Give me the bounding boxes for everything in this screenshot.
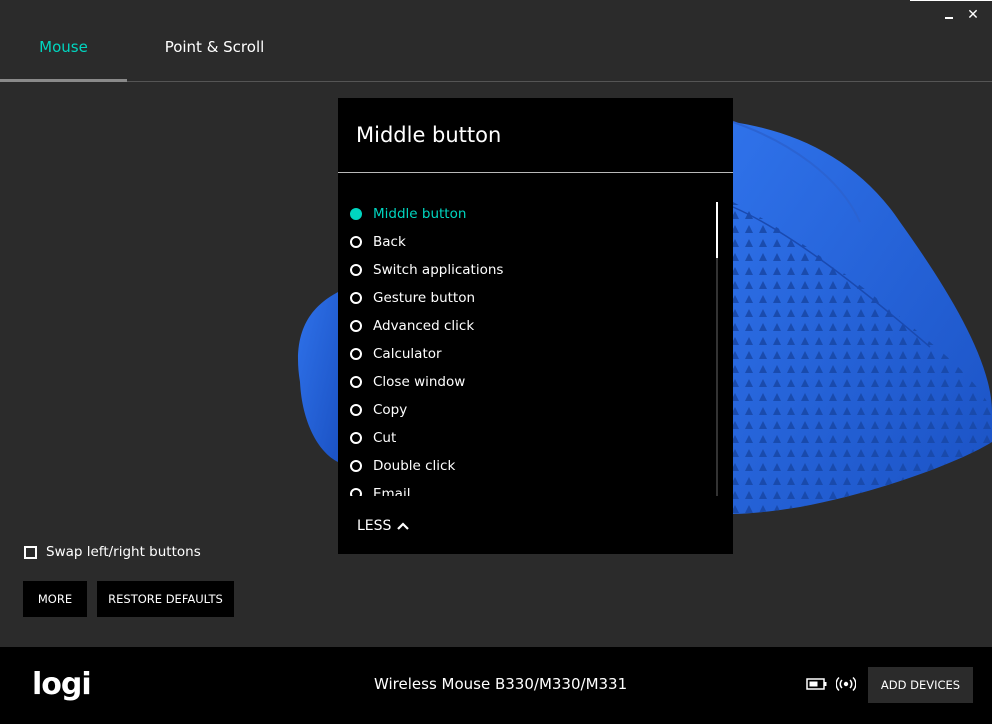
radio-icon[interactable] [350,488,362,496]
radio-icon[interactable] [350,348,362,360]
option-label: Middle button [373,206,467,222]
footer-bar: logi Wireless Mouse B330/M330/M331 ADD D… [0,647,992,724]
tab-bar: Mouse Point & Scroll [0,0,992,82]
swap-label: Swap left/right buttons [46,544,201,560]
middle-button-panel: Middle button Middle button Back Switch ap… [338,98,733,554]
action-option[interactable]: Back [350,228,710,256]
restore-defaults-button[interactable]: RESTORE DEFAULTS [97,581,234,617]
less-label: LESS [357,518,392,534]
chevron-up-icon [397,522,410,530]
action-option[interactable]: Close window [350,368,710,396]
scrollbar-thumb[interactable] [716,202,718,258]
action-option[interactable]: Advanced click [350,312,710,340]
swap-checkbox[interactable] [24,545,37,559]
option-label: Close window [373,374,466,390]
radio-icon[interactable] [350,236,362,248]
panel-title: Middle button [356,123,502,147]
option-label: Switch applications [373,262,504,278]
radio-icon[interactable] [350,292,362,304]
divider [338,172,733,173]
option-label: Gesture button [373,290,476,306]
action-option[interactable]: Cut [350,424,710,452]
action-option[interactable]: Calculator [350,340,710,368]
option-label: Cut [373,430,397,446]
tab-mouse[interactable]: Mouse [0,38,127,82]
action-option-list[interactable]: Middle button Back Switch applications Gest… [350,200,710,496]
radio-icon[interactable] [350,404,362,416]
battery-icon [806,678,827,690]
action-option[interactable]: Double click [350,452,710,480]
radio-icon[interactable] [350,208,362,220]
radio-icon[interactable] [350,320,362,332]
action-option[interactable]: Email [350,480,710,496]
option-label: Back [373,234,406,250]
radio-icon[interactable] [350,264,362,276]
logi-logo: logi [32,667,92,702]
swap-buttons-option[interactable]: Swap left/right buttons [24,544,201,560]
action-option[interactable]: Switch applications [350,256,710,284]
less-button[interactable]: LESS [357,518,410,534]
option-label: Email [373,486,411,496]
action-option[interactable]: Copy [350,396,710,424]
option-label: Calculator [373,346,442,362]
radio-icon[interactable] [350,376,362,388]
device-name: Wireless Mouse B330/M330/M331 [374,675,628,693]
radio-icon[interactable] [350,460,362,472]
action-option[interactable]: Gesture button [350,284,710,312]
add-devices-button[interactable]: ADD DEVICES [868,667,973,703]
more-button[interactable]: MORE [23,581,87,617]
wireless-signal-icon [836,676,856,692]
option-label: Copy [373,402,408,418]
option-label: Double click [373,458,456,474]
action-option[interactable]: Middle button [350,200,710,228]
tab-point-and-scroll[interactable]: Point & Scroll [148,38,281,82]
option-label: Advanced click [373,318,475,334]
radio-icon[interactable] [350,432,362,444]
